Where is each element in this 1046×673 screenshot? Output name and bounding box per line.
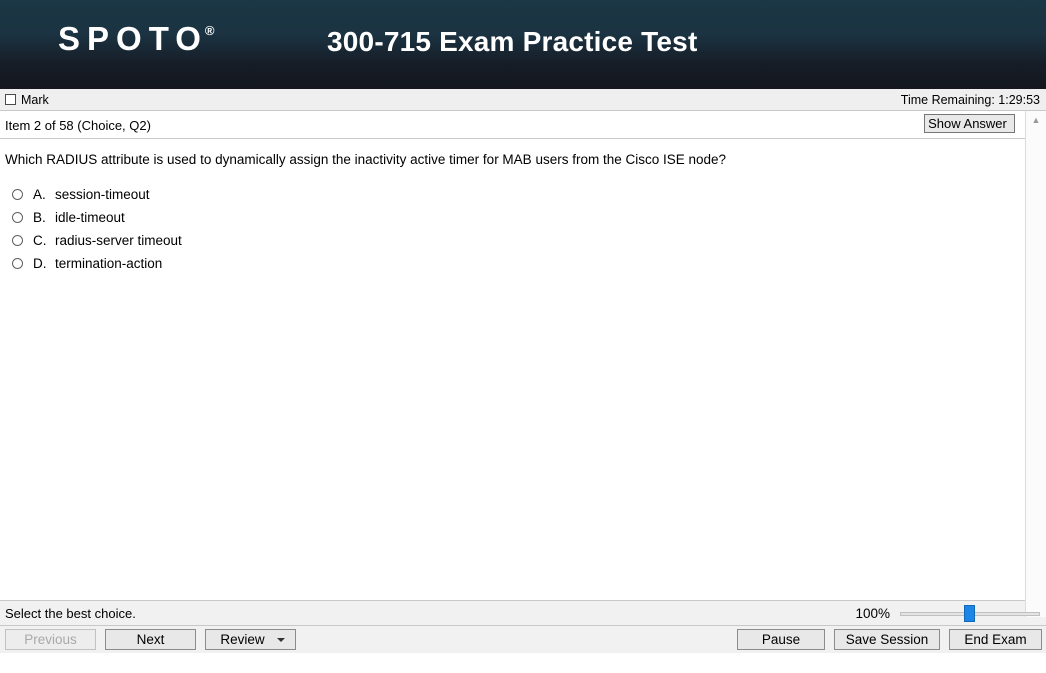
content-scrollbar[interactable]: ▲ [1025,111,1046,617]
answer-option[interactable]: C. radius-server timeout [5,229,1046,252]
session-button-group: Pause Save Session End Exam [737,629,1042,650]
answer-option[interactable]: B. idle-timeout [5,206,1046,229]
logo-text: SPOTO [58,20,208,57]
radio-button-icon[interactable] [12,257,23,269]
zoom-level-label: 100% [855,605,890,621]
item-bar: Item 2 of 58 (Choice, Q2) Show Answer [0,111,1046,139]
app-header: SPOTO® 300-715 Exam Practice Test [0,0,1046,89]
previous-button[interactable]: Previous [5,629,96,650]
question-area: Which RADIUS attribute is used to dynami… [0,139,1046,600]
mark-checkbox-icon[interactable] [5,94,16,105]
option-text: session-timeout [55,186,150,202]
question-text: Which RADIUS attribute is used to dynami… [5,152,727,167]
review-label: Review [220,632,265,647]
option-letter: A. [33,186,46,202]
review-button[interactable]: Review [205,629,296,650]
option-text: idle-timeout [55,209,125,225]
option-text: termination-action [55,255,163,271]
time-remaining: Time Remaining: 1:29:53 [900,92,1040,107]
page-title: 300-715 Exam Practice Test [327,26,698,57]
mark-toggle[interactable]: Mark [5,93,49,107]
exam-toolbar: Mark Time Remaining: 1:29:53 [0,89,1046,111]
save-session-button[interactable]: Save Session [834,629,940,650]
radio-button-icon[interactable] [12,211,23,223]
radio-button-icon[interactable] [12,234,23,246]
end-exam-button[interactable]: End Exam [949,629,1042,650]
option-letter: D. [33,255,47,271]
option-letter: C. [33,232,47,248]
option-letter: B. [33,209,46,225]
chevron-down-icon[interactable] [277,637,285,642]
pause-button[interactable]: Pause [737,629,825,650]
registered-trademark-icon: ® [204,23,215,38]
item-counter: Item 2 of 58 (Choice, Q2) [5,117,151,133]
zoom-control[interactable]: 100% [855,604,1040,622]
answer-options-list: A. session-timeout B. idle-timeout C. ra… [5,183,1046,275]
status-bar: Select the best choice. 100% [0,600,1046,626]
zoom-slider-thumb[interactable] [964,605,975,622]
show-answer-button[interactable]: Show Answer [924,114,1015,133]
radio-button-icon[interactable] [12,188,23,200]
scroll-up-arrow-icon[interactable]: ▲ [1026,111,1046,129]
spoto-logo: SPOTO® [58,22,218,55]
answer-option[interactable]: A. session-timeout [5,183,1046,206]
option-text: radius-server timeout [55,232,182,248]
next-button[interactable]: Next [105,629,196,650]
answer-option[interactable]: D. termination-action [5,252,1046,275]
instruction-hint: Select the best choice. [5,605,136,621]
mark-label: Mark [21,92,49,107]
nav-button-group: Previous Next Review [5,629,296,650]
navigation-bar: Previous Next Review Pause Save Session … [0,626,1046,653]
zoom-slider[interactable] [900,604,1040,622]
